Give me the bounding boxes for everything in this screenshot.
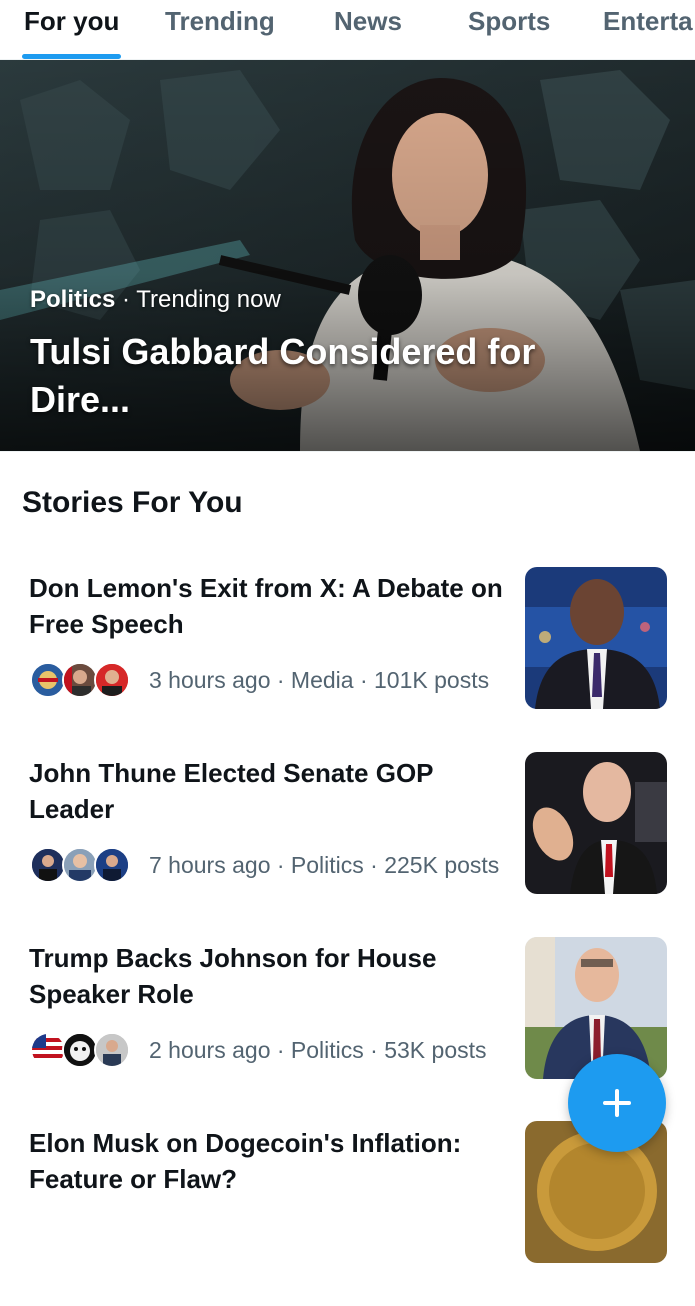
story-title: Don Lemon's Exit from X: A Debate on Fre… [29, 573, 503, 639]
person-avatar-icon [62, 847, 98, 883]
hero-separator: · [115, 286, 137, 313]
story-meta: 3 hours ago · Media · 101K posts [149, 667, 490, 693]
person-avatar-icon [94, 1032, 130, 1068]
story-meta: 7 hours ago · Politics · 225K posts [149, 852, 500, 878]
tab-for-you[interactable]: For you [24, 0, 119, 59]
story-item[interactable]: Don Lemon's Exit from X: A Debate on Fre… [0, 567, 695, 752]
section-divider [0, 451, 695, 459]
hero-trending-card[interactable]: Politics · Trending now Tulsi Gabbard Co… [0, 60, 695, 451]
tab-sports[interactable]: Sports [468, 0, 550, 59]
badge-avatar-icon [30, 662, 66, 698]
tab-entertainment[interactable]: Enterta [603, 0, 693, 59]
story-item[interactable]: Elon Musk on Dogecoin's Inflation: Featu… [0, 1121, 695, 1306]
story-avatars [30, 1032, 140, 1068]
explore-tabs: For you Trending News Sports Enterta [0, 0, 695, 60]
story-title: John Thune Elected Senate GOP Leader [29, 758, 434, 824]
person-avatar-icon [94, 847, 130, 883]
person-avatar-icon [62, 662, 98, 698]
compose-fab-button[interactable] [568, 1054, 666, 1152]
story-title: Elon Musk on Dogecoin's Inflation: Featu… [29, 1128, 462, 1194]
story-meta: 2 hours ago · Politics · 53K posts [149, 1037, 487, 1063]
person-avatar-icon [94, 662, 130, 698]
story-avatars [30, 847, 140, 883]
hero-meta: Politics · Trending now [30, 286, 281, 314]
story-item[interactable]: John Thune Elected Senate GOP Leader 7 h… [0, 752, 695, 937]
tab-news[interactable]: News [334, 0, 402, 59]
plus-icon [603, 1089, 631, 1117]
hero-status: Trending now [136, 286, 281, 313]
tab-trending[interactable]: Trending [165, 0, 275, 59]
news-anchor-photo-icon [525, 567, 667, 709]
politician-photo-icon [525, 752, 667, 894]
flag-avatar-icon [30, 1032, 66, 1068]
story-title: Trump Backs Johnson for House Speaker Ro… [29, 943, 437, 1009]
hero-category: Politics [30, 286, 116, 313]
section-title: Stories For You [22, 486, 243, 519]
story-avatars [30, 662, 140, 698]
person-avatar-icon [30, 847, 66, 883]
hero-title: Tulsi Gabbard Considered for Dire... [30, 331, 536, 420]
cartoon-avatar-icon [62, 1032, 98, 1068]
active-tab-indicator [22, 54, 121, 59]
